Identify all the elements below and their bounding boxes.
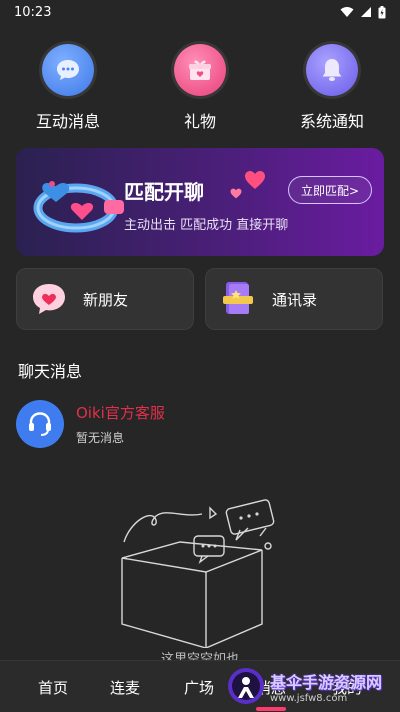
gift-icon bbox=[174, 44, 226, 96]
system-notifications-button[interactable]: 系统通知 bbox=[282, 44, 382, 136]
match-banner[interactable]: 匹配开聊 主动出击 匹配成功 直接开聊 立即匹配> bbox=[16, 148, 384, 256]
match-now-button[interactable]: 立即匹配> bbox=[288, 176, 372, 204]
chat-bubble-icon bbox=[42, 44, 94, 96]
gifts-button[interactable]: 礼物 bbox=[150, 44, 250, 136]
nav-home[interactable]: 首页 bbox=[38, 677, 68, 698]
status-time: 10:23 bbox=[14, 4, 52, 20]
gifts-label: 礼物 bbox=[183, 112, 216, 131]
new-friends-card[interactable]: 新朋友 bbox=[16, 268, 194, 330]
contacts-card[interactable]: 通讯录 bbox=[205, 268, 383, 330]
chat-preview: 暂无消息 bbox=[76, 431, 125, 445]
watermark-title: 基伞手游资源网 bbox=[270, 672, 383, 692]
status-icons bbox=[340, 5, 386, 19]
headset-icon bbox=[16, 400, 64, 448]
interaction-messages-button[interactable]: 互动消息 bbox=[18, 44, 118, 136]
contacts-label: 通讯录 bbox=[272, 290, 318, 309]
ring-icon bbox=[33, 181, 124, 233]
battery-icon bbox=[378, 5, 386, 18]
system-notifications-label: 系统通知 bbox=[299, 112, 364, 131]
match-title: 匹配开聊 bbox=[124, 180, 204, 204]
match-subtitle: 主动出击 匹配成功 直接开聊 bbox=[124, 218, 289, 233]
status-bar: 10:23 bbox=[0, 0, 400, 24]
heart-icon bbox=[245, 171, 265, 189]
signal-icon bbox=[361, 7, 371, 17]
top-actions: 互动消息 礼物 系统通知 bbox=[0, 44, 400, 136]
contact-book-icon bbox=[218, 279, 258, 319]
nav-voice-link[interactable]: 连麦 bbox=[110, 677, 140, 698]
interaction-messages-label: 互动消息 bbox=[35, 112, 100, 131]
bell-icon bbox=[306, 44, 358, 96]
heart-bubble-icon bbox=[29, 279, 69, 319]
chat-name: Oiki官方客服 bbox=[76, 404, 165, 422]
watermark-url: www.jsfw8.com bbox=[270, 692, 348, 704]
empty-box-illustration bbox=[121, 499, 275, 648]
small-heart-icon bbox=[230, 188, 242, 199]
watermark: 基伞手游资源网 www.jsfw8.com bbox=[226, 660, 400, 712]
chat-text: Oiki官方客服 暂无消息 bbox=[76, 402, 165, 446]
watermark-logo-icon bbox=[228, 668, 264, 704]
chat-section-title: 聊天消息 bbox=[18, 362, 83, 381]
watermark-text: 基伞手游资源网 www.jsfw8.com bbox=[270, 669, 382, 704]
chat-list-item[interactable]: Oiki官方客服 暂无消息 bbox=[16, 398, 384, 450]
wifi-icon bbox=[340, 7, 354, 17]
new-friends-label: 新朋友 bbox=[83, 290, 129, 309]
nav-plaza[interactable]: 广场 bbox=[184, 677, 214, 698]
